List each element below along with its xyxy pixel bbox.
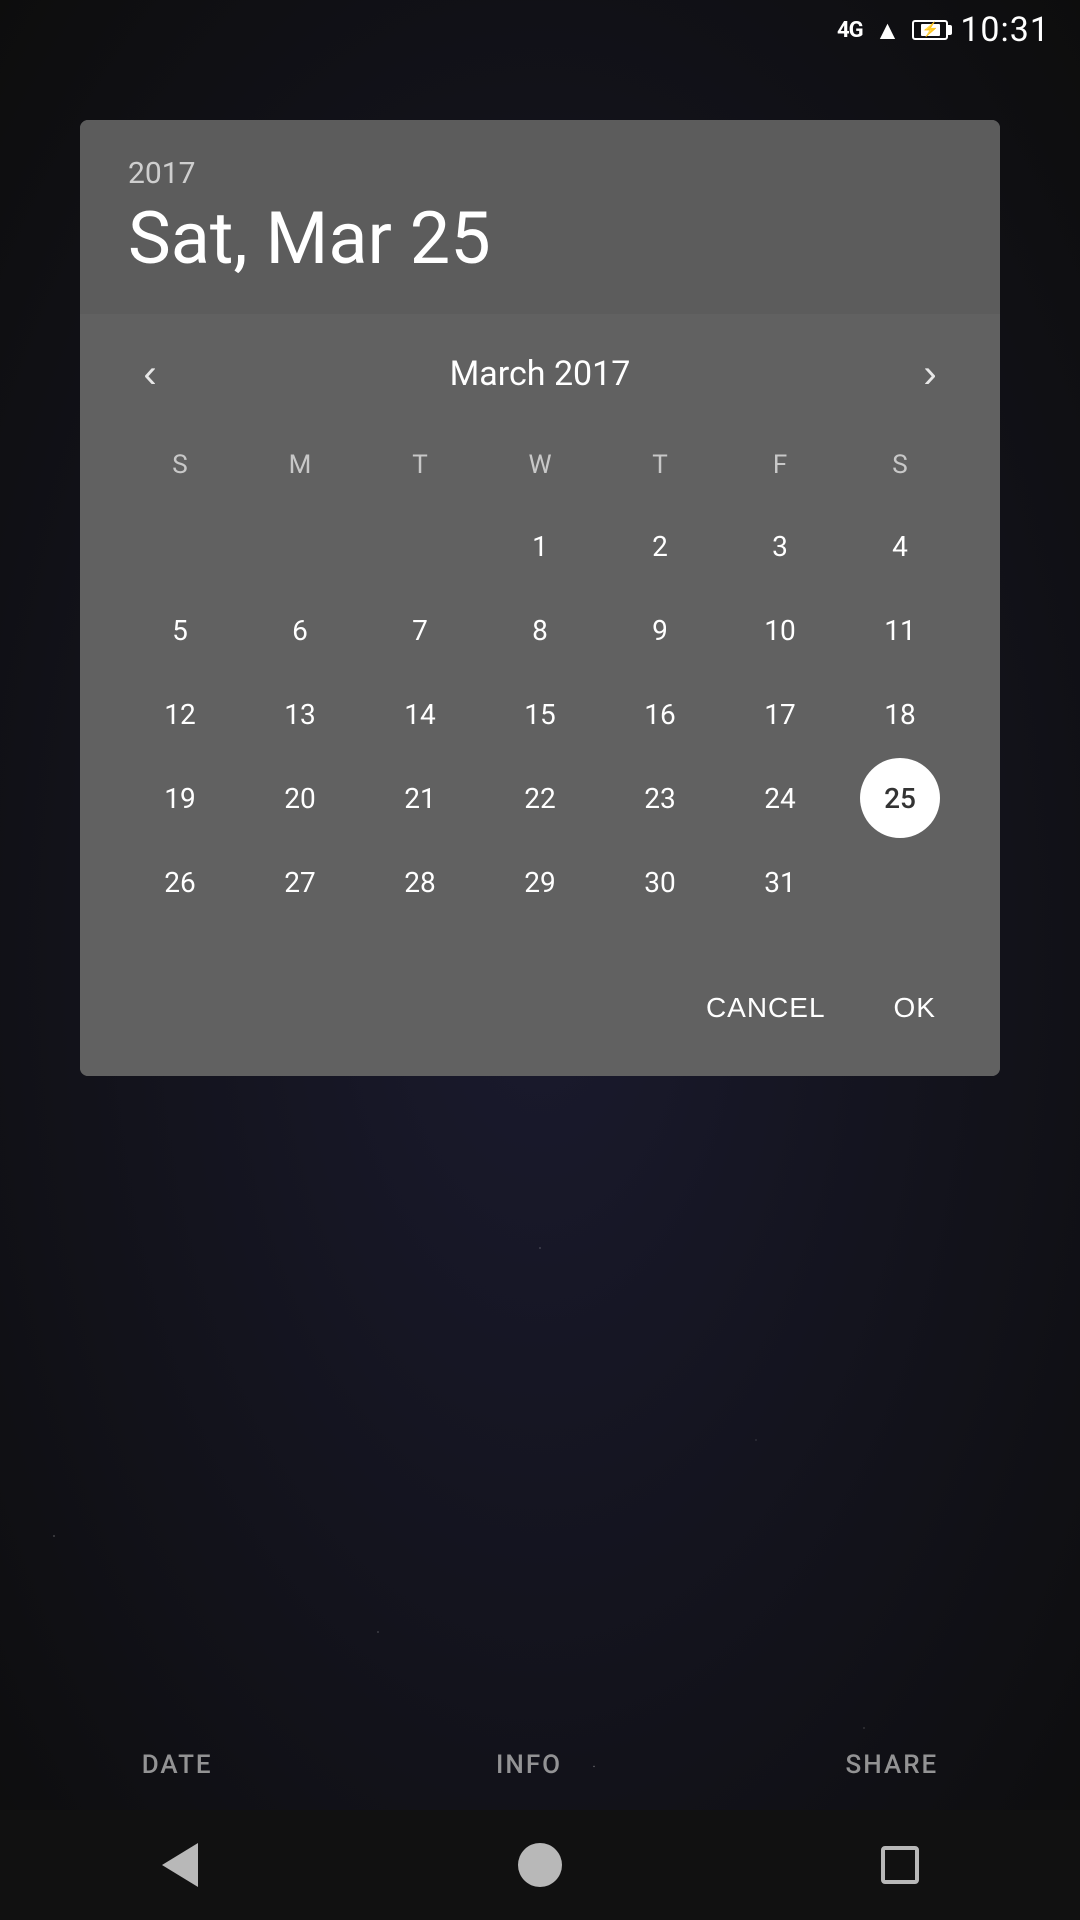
calendar-day[interactable]: 28 xyxy=(380,842,460,922)
calendar-day[interactable]: 11 xyxy=(860,590,940,670)
cancel-button[interactable]: CANCEL xyxy=(682,976,850,1040)
back-icon xyxy=(162,1843,198,1887)
calendar-day[interactable]: 26 xyxy=(140,842,220,922)
calendar-day[interactable]: 7 xyxy=(380,590,460,670)
calendar-day[interactable]: 2 xyxy=(620,506,700,586)
calendar-day[interactable]: 27 xyxy=(260,842,340,922)
home-icon xyxy=(518,1843,562,1887)
tab-date[interactable]: DATE xyxy=(142,1750,213,1780)
dialog-header: 2017 Sat, Mar 25 xyxy=(80,120,1000,314)
calendar-day[interactable]: 5 xyxy=(140,590,220,670)
calendar-day xyxy=(140,506,220,586)
month-nav: ‹ March 2017 › xyxy=(120,344,960,404)
calendar-day[interactable]: 24 xyxy=(740,758,820,838)
calendar-day[interactable]: 9 xyxy=(620,590,700,670)
calendar-day[interactable]: 3 xyxy=(740,506,820,586)
home-button[interactable] xyxy=(510,1835,570,1895)
calendar-day[interactable]: 17 xyxy=(740,674,820,754)
recents-icon xyxy=(881,1846,919,1884)
calendar-day xyxy=(860,842,940,922)
signal-icon: 4G xyxy=(837,18,863,43)
calendar-day[interactable]: 29 xyxy=(500,842,580,922)
calendar-day[interactable]: 22 xyxy=(500,758,580,838)
calendar-day[interactable]: 4 xyxy=(860,506,940,586)
selected-date-label: Sat, Mar 25 xyxy=(128,199,952,278)
calendar-day[interactable]: 16 xyxy=(620,674,700,754)
calendar-day[interactable]: 20 xyxy=(260,758,340,838)
day-header-sat: S xyxy=(840,440,960,490)
calendar-day xyxy=(260,506,340,586)
battery-icon: ⚡ xyxy=(912,20,948,40)
recents-button[interactable] xyxy=(870,1835,930,1895)
calendar-body: ‹ March 2017 › S M T W T F S 12345678910… xyxy=(80,314,1000,952)
calendar-day[interactable]: 14 xyxy=(380,674,460,754)
bottom-tabs: DATE INFO SHARE xyxy=(0,1730,1080,1800)
day-header-thu: T xyxy=(600,440,720,490)
ok-button[interactable]: OK xyxy=(870,976,960,1040)
calendar-day[interactable]: 6 xyxy=(260,590,340,670)
calendar-day[interactable]: 8 xyxy=(500,590,580,670)
year-label: 2017 xyxy=(128,156,952,191)
dialog-actions: CANCEL OK xyxy=(80,952,1000,1076)
tab-share[interactable]: SHARE xyxy=(846,1750,939,1780)
calendar-day[interactable]: 1 xyxy=(500,506,580,586)
nav-bar xyxy=(0,1810,1080,1920)
calendar-day xyxy=(380,506,460,586)
calendar-day[interactable]: 19 xyxy=(140,758,220,838)
date-picker-dialog: 2017 Sat, Mar 25 ‹ March 2017 › S M T W … xyxy=(80,120,1000,1076)
day-headers: S M T W T F S xyxy=(120,440,960,490)
calendar-day[interactable]: 30 xyxy=(620,842,700,922)
day-header-wed: W xyxy=(480,440,600,490)
calendar-grid: 1234567891011121314151617181920212223242… xyxy=(120,506,960,922)
calendar-day[interactable]: 25 xyxy=(860,758,940,838)
calendar-day[interactable]: 15 xyxy=(500,674,580,754)
next-month-button[interactable]: › xyxy=(900,344,960,404)
calendar-day[interactable]: 21 xyxy=(380,758,460,838)
tab-info[interactable]: INFO xyxy=(496,1750,562,1780)
day-header-fri: F xyxy=(720,440,840,490)
calendar-day[interactable]: 10 xyxy=(740,590,820,670)
day-header-mon: M xyxy=(240,440,360,490)
day-header-sun: S xyxy=(120,440,240,490)
day-header-tue: T xyxy=(360,440,480,490)
calendar-day[interactable]: 31 xyxy=(740,842,820,922)
calendar-day[interactable]: 13 xyxy=(260,674,340,754)
calendar-day[interactable]: 23 xyxy=(620,758,700,838)
calendar-day[interactable]: 12 xyxy=(140,674,220,754)
calendar-day[interactable]: 18 xyxy=(860,674,940,754)
prev-month-button[interactable]: ‹ xyxy=(120,344,180,404)
status-bar: 4G ▲ ⚡ 10:31 xyxy=(0,0,1080,60)
month-title: March 2017 xyxy=(450,354,631,394)
clock: 10:31 xyxy=(960,10,1050,50)
signal-bars-icon: ▲ xyxy=(875,15,901,46)
back-button[interactable] xyxy=(150,1835,210,1895)
